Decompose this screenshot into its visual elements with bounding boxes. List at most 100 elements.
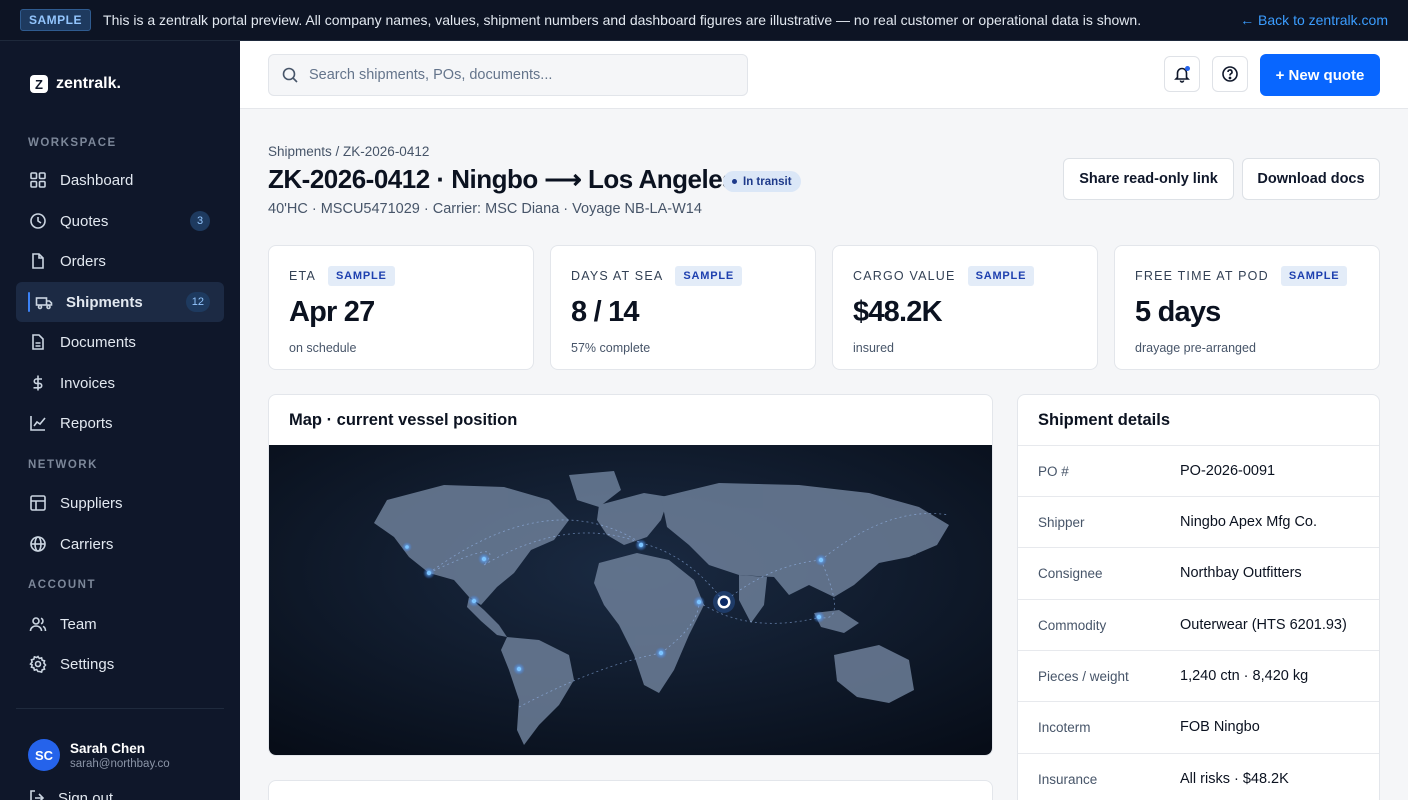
stat-label: ETA (289, 269, 316, 283)
page-title: ZK-2026-0412 · Ningbo ⟶ Los Angeles (268, 164, 737, 194)
stat-label: FREE TIME AT POD (1135, 269, 1269, 283)
logo-icon: Z (30, 75, 48, 93)
stat-sub: on schedule (289, 341, 357, 355)
map-card: Map · current vessel position (268, 394, 993, 756)
detail-value: Ningbo Apex Mfg Co. (1180, 514, 1318, 530)
stat-label: DAYS AT SEA (571, 269, 664, 283)
section-label-workspace: WORKSPACE (28, 137, 117, 149)
sidebar-item-reports[interactable]: Reports (16, 403, 224, 443)
sign-out-icon (28, 789, 46, 800)
detail-row-incoterm: Incoterm FOB Ningbo (1018, 701, 1379, 752)
sidebar-item-orders[interactable]: Orders (16, 241, 224, 281)
section-label-account: ACCOUNT (28, 579, 96, 591)
file-icon (28, 251, 48, 271)
breadcrumb[interactable]: Shipments / ZK-2026-0412 (268, 144, 429, 159)
stat-value: 8 / 14 (571, 296, 640, 328)
download-docs-button[interactable]: Download docs (1242, 158, 1380, 200)
sidebar-item-label: Invoices (60, 374, 116, 392)
shipment-subtitle: 40'HC · MSCU5471029 · Carrier: MSC Diana… (268, 201, 702, 217)
stat-value: $48.2K (853, 296, 943, 328)
grid-icon (28, 170, 48, 190)
stat-sub: 57% complete (571, 341, 651, 355)
vessel-position-marker (713, 591, 735, 613)
sidebar-item-invoices[interactable]: Invoices (16, 363, 224, 403)
sidebar-divider (16, 708, 224, 709)
sidebar-item-carriers[interactable]: Carriers (16, 524, 224, 564)
sidebar-item-label: Quotes (60, 212, 109, 230)
stat-card-cargo-value: CARGO VALUE SAMPLE $48.2K insured (832, 245, 1098, 370)
sample-tag: SAMPLE (327, 266, 395, 286)
status-badge: In transit (723, 171, 801, 192)
search-input[interactable] (309, 67, 729, 83)
sidebar-item-label: Reports (60, 414, 113, 432)
detail-row-shipper: Shipper Ningbo Apex Mfg Co. (1018, 496, 1379, 547)
detail-label: Shipper (1038, 514, 1085, 530)
sign-out-label: Sign out (58, 789, 114, 800)
sidebar-item-label: Shipments (66, 293, 143, 311)
building-icon (28, 493, 48, 513)
user-email: sarah@northbay.co (70, 757, 170, 770)
notification-dot (1185, 66, 1190, 71)
detail-label: Incoterm (1038, 719, 1091, 735)
stat-label: CARGO VALUE (853, 269, 956, 283)
detail-row-commodity: Commodity Outerwear (HTS 6201.93) (1018, 599, 1379, 650)
sidebar-item-quotes[interactable]: Quotes 3 (16, 201, 224, 241)
gear-icon (28, 654, 48, 674)
clock-icon (28, 211, 48, 231)
logo[interactable]: Z zentralk. (30, 75, 121, 93)
detail-label: Commodity (1038, 617, 1107, 633)
detail-value: FOB Ningbo (1180, 719, 1260, 735)
stat-sub: drayage pre-arranged (1135, 341, 1256, 355)
stat-card-eta: ETA SAMPLE Apr 27 on schedule (268, 245, 534, 370)
stat-sub: insured (853, 341, 894, 355)
sidebar-item-label: Documents (60, 333, 136, 351)
sample-badge: SAMPLE (20, 9, 92, 31)
user-profile[interactable]: SC Sarah Chen sarah@northbay.co (28, 739, 170, 771)
sample-tag: SAMPLE (1280, 266, 1348, 286)
search-box[interactable] (268, 54, 748, 96)
document-icon (28, 332, 48, 352)
sidebar-item-team[interactable]: Team (16, 604, 224, 644)
search-icon (281, 66, 299, 84)
stat-value: Apr 27 (289, 296, 375, 328)
stat-card-days-at-sea: DAYS AT SEA SAMPLE 8 / 14 57% complete (550, 245, 816, 370)
sidebar: Z zentralk. WORKSPACE Dashboard Quotes 3… (0, 41, 240, 800)
notifications-button[interactable] (1164, 56, 1200, 92)
back-link[interactable]: ← Back to zentralk.com (1240, 12, 1388, 28)
sidebar-item-label: Orders (60, 252, 106, 270)
detail-value: Northbay Outfitters (1180, 565, 1302, 581)
detail-value: Outerwear (HTS 6201.93) (1180, 617, 1347, 633)
truck-icon (34, 292, 54, 312)
details-card-title: Shipment details (1038, 411, 1171, 429)
avatar: SC (28, 739, 60, 771)
users-icon (28, 614, 48, 634)
sidebar-item-label: Dashboard (60, 171, 134, 189)
sidebar-item-suppliers[interactable]: Suppliers (16, 483, 224, 523)
detail-row-insurance: Insurance All risks · $48.2K (1018, 753, 1379, 800)
detail-label: Consignee (1038, 565, 1103, 581)
banner-message: This is a zentralk portal preview. All c… (103, 12, 1142, 28)
detail-label: PO # (1038, 463, 1069, 479)
sidebar-item-documents[interactable]: Documents (16, 322, 224, 362)
sample-banner: SAMPLE This is a zentralk portal preview… (0, 0, 1408, 41)
next-card (268, 780, 993, 800)
help-button[interactable] (1212, 56, 1248, 92)
detail-row-consignee: Consignee Northbay Outfitters (1018, 547, 1379, 598)
sign-out-button[interactable]: Sign out (28, 789, 113, 800)
vessel-map[interactable] (269, 445, 992, 755)
sidebar-item-settings[interactable]: Settings (16, 644, 224, 684)
help-icon (1221, 65, 1239, 83)
detail-value: PO-2026-0091 (1180, 463, 1276, 479)
top-header: + New quote (240, 41, 1408, 109)
section-label-network: NETWORK (28, 459, 98, 471)
stat-card-free-time: FREE TIME AT POD SAMPLE 5 days drayage pr… (1114, 245, 1380, 370)
shipment-details-card: Shipment details PO # PO-2026-0091 Shipp… (1017, 394, 1380, 800)
sidebar-item-dashboard[interactable]: Dashboard (16, 160, 224, 200)
sidebar-item-shipments[interactable]: Shipments 12 (16, 282, 224, 322)
new-quote-button[interactable]: + New quote (1260, 54, 1380, 96)
share-read-only-link-button[interactable]: Share read-only link (1063, 158, 1234, 200)
sidebar-item-label: Carriers (60, 535, 114, 553)
stat-value: 5 days (1135, 296, 1221, 328)
globe-icon (28, 534, 48, 554)
sidebar-item-label: Suppliers (60, 494, 123, 512)
